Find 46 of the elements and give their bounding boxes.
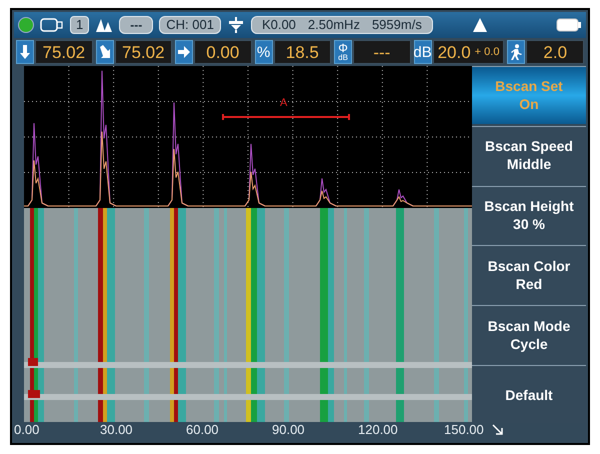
down-arrow-icon <box>18 44 32 60</box>
reading-value: 2.0 <box>543 44 568 60</box>
unit-label: dB <box>413 44 432 60</box>
reading-value: 75.02 <box>42 44 86 60</box>
gate-label: A <box>280 98 288 109</box>
mode-value: --- <box>119 16 154 34</box>
diagonal-arrow-icon <box>492 424 504 436</box>
reading-value: 18.5 <box>286 44 319 60</box>
reading-value: 0.00 <box>206 44 240 60</box>
diagonal-arrow-icon <box>98 44 112 60</box>
menu-label: Middle <box>506 155 552 174</box>
gain-offset: + 0.0 <box>474 46 500 58</box>
axis-label: 90.00 <box>272 423 305 437</box>
probe-parameter: 5959m/s <box>372 17 422 33</box>
axis-label: 150.00 <box>444 423 484 437</box>
channel-label: CH: 001 <box>159 16 221 34</box>
reading-value: --- <box>373 44 390 60</box>
phase-symbol: Φ <box>338 42 348 54</box>
menu-label: Cycle <box>510 334 548 353</box>
menu-label: Default <box>505 386 553 404</box>
axis-label: 120.00 <box>358 423 398 437</box>
right-arrow-icon <box>177 44 192 60</box>
reading-value: 75.02 <box>122 44 165 60</box>
axis-label: 60.00 <box>186 423 219 437</box>
probe-number: 1 <box>70 16 90 34</box>
menu-label: On <box>519 95 539 114</box>
usb-icon <box>40 18 64 32</box>
walking-person-icon <box>509 44 524 60</box>
menu-label: Red <box>516 274 542 293</box>
twin-peaks-icon <box>95 17 114 33</box>
menu-label: Bscan Speed <box>485 137 573 156</box>
menu-label: Bscan Height <box>484 197 574 216</box>
menu-label: Bscan Color <box>488 256 570 275</box>
menu-label: 30 % <box>513 215 545 234</box>
unit-label: % <box>256 44 270 60</box>
battery-icon <box>556 18 582 32</box>
menu-label: Bscan Mode <box>488 316 570 335</box>
axis-label: 30.00 <box>100 423 133 437</box>
probe-icon <box>226 16 245 34</box>
axis-label: 0.00 <box>14 423 40 437</box>
probe-parameter: 2.50mHz <box>308 17 360 33</box>
reading-value: 20.0 <box>438 44 471 60</box>
unit-label: dB <box>338 54 348 62</box>
probe-parameter: K0.00 <box>262 17 296 33</box>
menu-label: Bscan Set <box>495 77 563 96</box>
triangle-icon <box>472 17 488 33</box>
